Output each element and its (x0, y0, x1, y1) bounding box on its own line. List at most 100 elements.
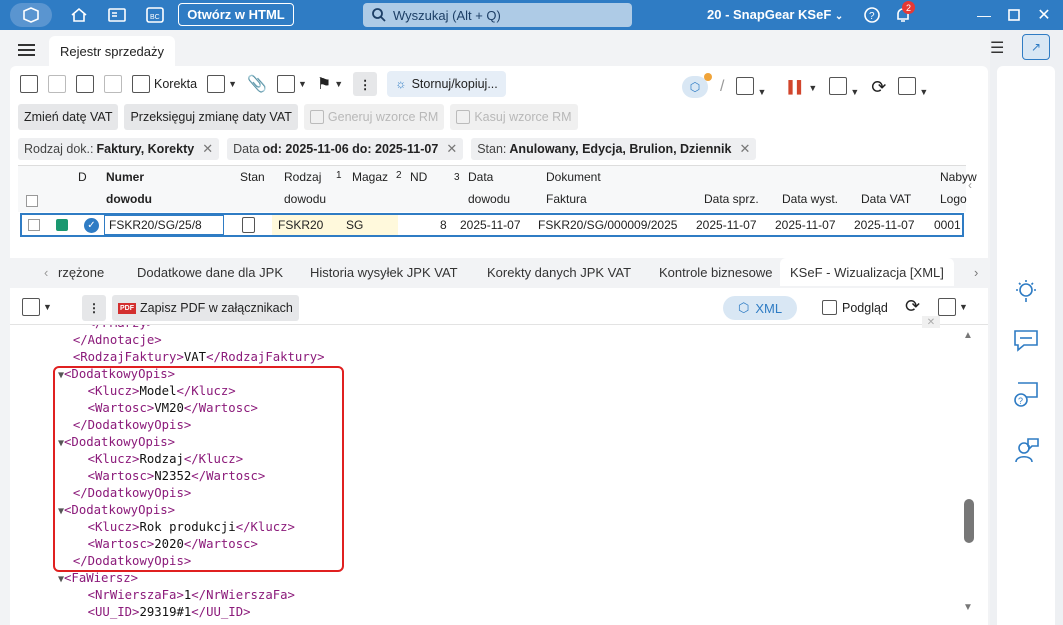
edit-document-icon[interactable] (48, 72, 66, 96)
tab-historia-wysylek[interactable]: Historia wysyłek JPK VAT (310, 258, 458, 286)
company-selector[interactable]: 20 - SnapGear KSeF ⌄ (707, 7, 843, 22)
col-data-vat[interactable]: Data VAT (861, 192, 911, 206)
export-icon[interactable]: ▼ (736, 76, 766, 98)
zmien-date-vat-button[interactable]: Zmień datę VAT (18, 104, 119, 130)
filter-rodzaj[interactable]: Rodzaj dok.: Faktury, Korekty ✕ (18, 138, 220, 160)
col-nd[interactable]: ND (410, 170, 427, 184)
share-icon[interactable]: ↗ (1022, 34, 1050, 60)
korekta-button[interactable]: Korekta (132, 72, 197, 96)
filter-data[interactable]: Data od: 2025-11-06 do: 2025-11-07 ✕ (227, 138, 464, 160)
bottom-tab-row: ‹ rzężone Dodatkowe dane dla JPK Histori… (0, 258, 990, 286)
settings-icon[interactable]: ▼ (898, 76, 928, 98)
chevron-left-icon[interactable]: ‹ (968, 178, 972, 192)
scrollbar-thumb[interactable] (964, 499, 974, 543)
search-icon (372, 8, 386, 22)
vertical-scrollbar[interactable]: ▲ ▼ (963, 330, 975, 613)
col-data-sprz[interactable]: Data sprz. (704, 192, 759, 206)
tab-rejestr-sprzedazy[interactable]: Rejestr sprzedaży (49, 36, 175, 66)
col-logo[interactable]: Logo (940, 192, 967, 206)
help-chat-icon[interactable]: ? (997, 380, 1055, 408)
maximize-icon[interactable] (1002, 3, 1026, 27)
col-faktura[interactable]: Faktura (546, 192, 587, 206)
refresh-icon[interactable]: ⟳ (871, 77, 886, 98)
xml-toggle-button[interactable]: ⬡ XML (723, 296, 797, 320)
ksef-icon[interactable]: ⬡ (682, 73, 712, 98)
tab-ksef-xml[interactable]: KSeF - Wizualizacja [XML] (780, 258, 954, 286)
close-icon[interactable]: ✕ (1032, 3, 1056, 27)
row-checkbox[interactable] (28, 219, 40, 231)
support-agent-icon[interactable] (997, 436, 1055, 464)
generuj-label: Generuj wzorce RM (327, 110, 439, 124)
col-d[interactable]: D (78, 170, 87, 184)
menu-icon[interactable] (18, 44, 35, 56)
select-all-checkbox[interactable] (26, 195, 38, 207)
przeksieguj-button[interactable]: Przeksięguj zmianę daty VAT (124, 104, 298, 130)
col-numer-2: dowodu (106, 192, 152, 206)
status-icon (276, 75, 295, 93)
add-document-icon[interactable] (20, 72, 38, 96)
info-document-icon[interactable] (76, 72, 94, 96)
xml-line[interactable]: ▼<FaWiersz> (58, 570, 325, 587)
side-panel: ? (997, 66, 1055, 625)
attachment-icon[interactable]: 📎 (247, 72, 267, 96)
col-numer[interactable]: Numer (106, 170, 144, 184)
app-logo-icon[interactable] (10, 3, 52, 27)
sort-1: 1 (336, 170, 342, 181)
tab-korekty-danych[interactable]: Korekty danych JPK VAT (487, 258, 631, 286)
zapisz-pdf-button[interactable]: PDF Zapisz PDF w załącznikach (112, 295, 299, 321)
flag-button[interactable]: ⚑ ▼ (317, 72, 343, 96)
cell-numer[interactable]: FSKR20/SG/25/8 (104, 215, 224, 235)
tab-dodatkowe-dane[interactable]: Dodatkowe dane dla JPK (137, 258, 283, 286)
close-icon[interactable]: ✕ (446, 141, 457, 157)
chat-icon[interactable] (997, 328, 1055, 354)
close-icon[interactable]: ✕ (202, 141, 213, 157)
podglad-button[interactable]: Podgląd (822, 300, 888, 315)
print-button[interactable]: ▼ (207, 72, 237, 96)
flag-icon: ⚑ (316, 76, 332, 93)
col-magaz[interactable]: Magaz (352, 170, 388, 184)
bell-icon[interactable]: 2 (890, 1, 916, 27)
chart-icon[interactable]: ▌▌ ▼ (788, 80, 817, 94)
table-row[interactable]: ✓ FSKR20/SG/25/8 FSKR20 SG 8 2025-11-07 … (20, 213, 964, 237)
home-icon[interactable] (66, 3, 92, 27)
close-icon[interactable]: ✕ (922, 316, 940, 328)
generuj-wzorce-button[interactable]: Generuj wzorce RM (303, 104, 445, 130)
delete-document-icon[interactable] (104, 72, 122, 96)
col-rodzaj[interactable]: Rodzaj (284, 170, 321, 184)
refresh-icon[interactable]: ⟳ (905, 296, 920, 317)
open-html-button[interactable]: Otwórz w HTML (178, 3, 294, 26)
filter-label: Rodzaj dok.: (24, 142, 94, 156)
col-data[interactable]: Data (468, 170, 493, 184)
scroll-down-icon[interactable]: ▼ (963, 602, 973, 613)
register-panel: Korekta ▼ 📎 ▼ ⚑ ▼ ⋮ ☼ Stornuj/kopiuj... ⬡ … (10, 66, 988, 284)
tab-scroll-right-icon[interactable]: › (974, 258, 978, 286)
search-input[interactable]: Wyszukaj (Alt + Q) (363, 3, 632, 27)
bc-icon[interactable]: BC (142, 3, 168, 27)
xml-open-tag: <FaWiersz> (64, 571, 139, 585)
xml-print-button[interactable]: ▼ (22, 298, 52, 316)
printer-icon (207, 75, 226, 93)
stornuj-button[interactable]: ☼ Stornuj/kopiuj... (387, 71, 506, 97)
settings-icon[interactable]: ▼ (938, 298, 968, 316)
tab-scroll-left-icon[interactable]: ‹ (44, 258, 48, 286)
more-options-icon[interactable]: ⋮ (353, 72, 378, 96)
help-icon[interactable]: ? (860, 3, 884, 27)
kasuj-wzorce-button[interactable]: Kasuj wzorce RM (450, 104, 578, 130)
documents-grid: D Numer dowodu Stan Rodzaj dowodu 1 Maga… (18, 165, 977, 259)
col-stan[interactable]: Stan (240, 170, 265, 184)
close-icon[interactable]: ✕ (739, 141, 750, 157)
tab-rzezone[interactable]: rzężone (58, 258, 104, 286)
lightbulb-icon[interactable] (997, 278, 1055, 304)
layout-icon[interactable]: ▼ (829, 76, 859, 98)
minimize-icon[interactable]: — (972, 3, 996, 27)
col-data-wyst[interactable]: Data wyst. (782, 192, 838, 206)
filter-stan[interactable]: Stan: Anulowany, Edycja, Brulion, Dzienni… (471, 138, 757, 160)
col-dokument[interactable]: Dokument (546, 170, 601, 184)
more-options-icon[interactable]: ⋮ (82, 295, 106, 321)
scroll-up-icon[interactable]: ▲ (963, 330, 973, 341)
tab-kontrole-biznesowe[interactable]: Kontrole biznesowe (659, 258, 772, 286)
sun-icon: ☼ (395, 77, 407, 91)
list-icon[interactable]: ☰ (990, 38, 1004, 58)
id-card-icon[interactable] (104, 3, 130, 27)
status-button[interactable]: ▼ (276, 72, 307, 96)
